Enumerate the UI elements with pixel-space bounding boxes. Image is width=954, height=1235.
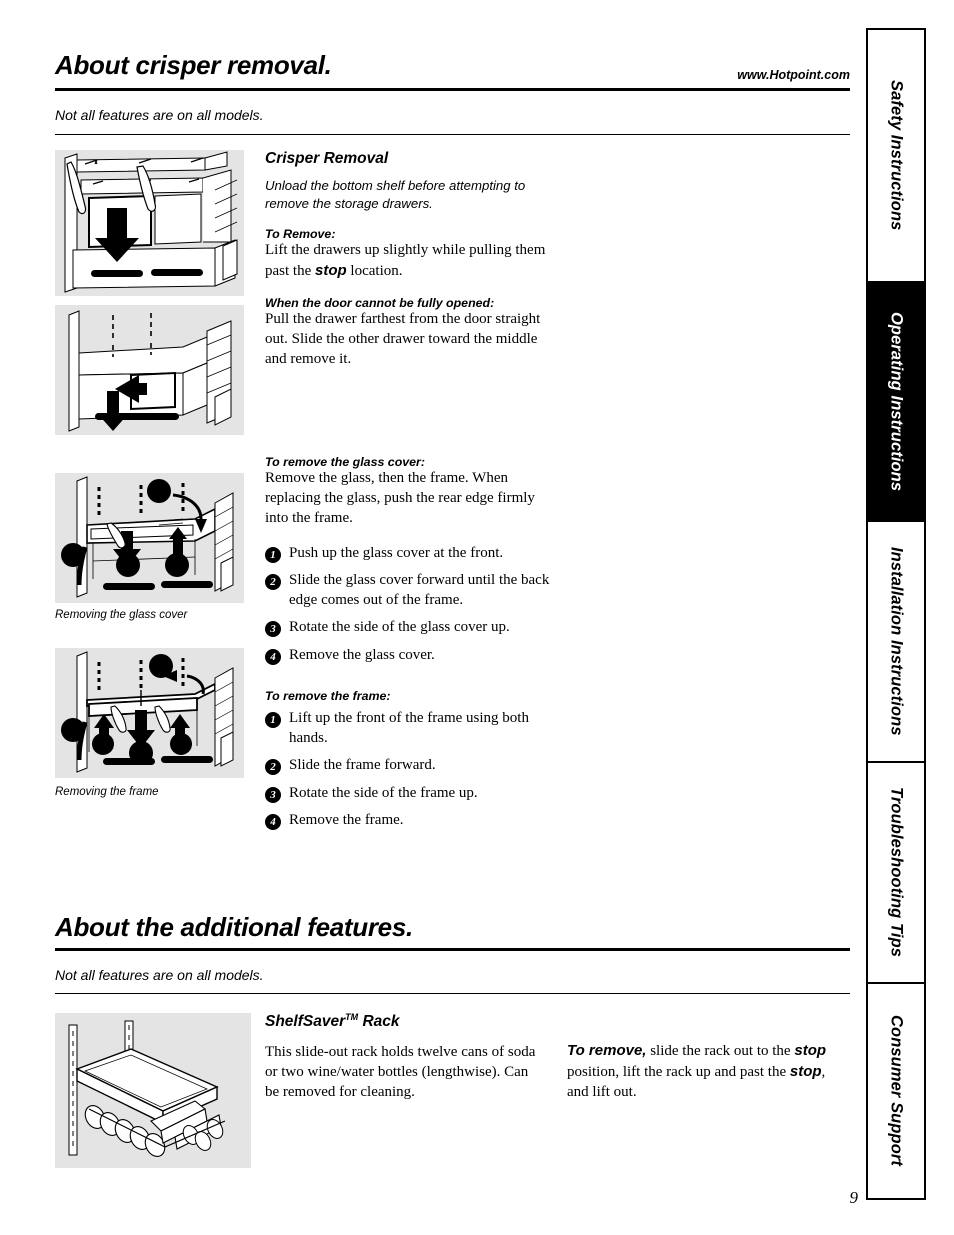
tab-troubleshooting-tips[interactable]: Troubleshooting Tips <box>866 761 926 982</box>
page-number: 9 <box>849 1188 859 1207</box>
callout-dot <box>147 479 171 503</box>
shelfsaver-heading: ShelfSaverTM Rack <box>265 1012 545 1031</box>
crisper-text-column: Crisper Removal Unload the bottom shelf … <box>265 150 555 370</box>
door-not-open-label: When the door cannot be fully opened: <box>265 296 495 311</box>
features-title: About the additional features. <box>55 912 413 942</box>
step-text: Slide the frame forward. <box>289 757 436 773</box>
glass-cover-steps: 1 Push up the glass cover at the front. … <box>265 544 555 666</box>
step-text: Slide the glass cover forward until the … <box>289 572 550 608</box>
tab-label: Installation Instructions <box>887 547 906 736</box>
trademark-symbol: TM <box>345 1012 359 1022</box>
header-subrule <box>55 134 850 135</box>
callout-dot <box>92 733 114 755</box>
crisper-section-header: About crisper removal. www.Hotpoint.com … <box>55 50 850 123</box>
tab-label: Troubleshooting Tips <box>887 787 906 958</box>
tab-installation-instructions[interactable]: Installation Instructions <box>866 520 926 761</box>
step-number-badge: 3 <box>265 786 281 803</box>
glass-cover-intro: Remove the glass, then the frame. When r… <box>265 470 535 526</box>
callout-dot <box>149 654 173 678</box>
step-text: Push up the glass cover at the front. <box>289 544 504 561</box>
stop-emphasis: stop <box>315 262 347 280</box>
features-section-header: About the additional features. Not all f… <box>55 912 850 983</box>
callout-dot <box>116 553 140 577</box>
stop-emphasis: stop <box>794 1042 827 1059</box>
tab-operating-instructions[interactable]: Operating Instructions <box>866 281 926 520</box>
crisper-heading: Crisper Removal <box>265 150 389 167</box>
step-text: Lift up the front of the frame using bot… <box>289 710 529 746</box>
figure-removing-glass-cover <box>55 473 244 603</box>
glass-cover-heading: To remove the glass cover: <box>265 455 425 469</box>
step-item: 1 Lift up the front of the frame using b… <box>265 709 555 748</box>
figure-removing-frame <box>55 648 244 778</box>
features-subrule <box>55 993 850 994</box>
shelfsaver-text-column: ShelfSaverTM Rack This slide-out rack ho… <box>265 1012 545 1103</box>
to-remove-emphasis: To remove, <box>567 1042 647 1059</box>
step-number-badge: 2 <box>265 574 281 591</box>
shelfsaver-suffix: Rack <box>358 1013 400 1031</box>
callout-dot <box>165 553 189 577</box>
features-rule <box>55 948 850 951</box>
removing-glass-cover-illustration <box>61 476 234 598</box>
crisper-door-blocked-illustration <box>68 310 232 432</box>
step-number-badge: 1 <box>265 546 281 563</box>
step-item: 4 Remove the glass cover. <box>265 646 555 666</box>
step-number-badge: 4 <box>265 814 281 830</box>
step-number-badge: 1 <box>265 712 281 728</box>
shelfsaver-name: ShelfSaver <box>265 1013 346 1031</box>
shelfsaver-remove-body: To remove, slide the rack out to the sto… <box>567 1041 847 1103</box>
manual-page: Safety Instructions Operating Instructio… <box>0 0 954 1235</box>
header-rule <box>55 88 850 91</box>
tab-consumer-support[interactable]: Consumer Support <box>866 982 926 1200</box>
figure-crisper-door-blocked <box>55 305 244 435</box>
shelfsaver-remove-column: To remove, slide the rack out to the sto… <box>567 1041 847 1103</box>
door-not-open-body: Pull the drawer farthest from the door s… <box>265 311 541 367</box>
remove-text-1: slide the rack out to the <box>646 1043 795 1059</box>
step-item: 2 Slide the frame forward. <box>265 756 555 776</box>
to-remove-text-1: Lift the drawers up slightly while pulli… <box>265 242 546 280</box>
to-remove-text-2: location. <box>346 263 403 280</box>
to-remove-label: To Remove: <box>265 227 336 242</box>
models-note: Not all features are on all models. <box>55 107 264 123</box>
tab-safety-instructions[interactable]: Safety Instructions <box>866 28 926 281</box>
step-item: 2 Slide the glass cover forward until th… <box>265 571 555 610</box>
frame-heading: To remove the frame: <box>265 689 391 703</box>
caption-removing-glass-cover: Removing the glass cover <box>55 609 188 621</box>
stop-emphasis: stop <box>789 1062 822 1080</box>
step-text: Rotate the side of the glass cover up. <box>289 619 510 636</box>
caption-removing-frame: Removing the frame <box>55 786 159 798</box>
step-item: 1 Push up the glass cover at the front. <box>265 544 555 564</box>
step-item: 3 Rotate the side of the frame up. <box>265 784 555 804</box>
step-text: Remove the glass cover. <box>289 646 435 663</box>
shelfsaver-rack-illustration <box>68 1020 226 1157</box>
removing-frame-illustration <box>61 651 234 773</box>
step-item: 4 Remove the frame. <box>265 811 555 831</box>
step-item: 3 Rotate the side of the glass cover up. <box>265 618 555 638</box>
tab-label: Operating Instructions <box>887 311 906 492</box>
callout-dot <box>170 733 192 755</box>
step-text: Rotate the side of the frame up. <box>289 784 478 801</box>
glass-cover-text-column: To remove the glass cover: Remove the gl… <box>265 455 555 673</box>
website-url: www.Hotpoint.com <box>737 68 850 82</box>
step-number-badge: 3 <box>265 621 281 638</box>
page-title: About crisper removal. <box>55 50 332 80</box>
callout-dot <box>129 741 153 765</box>
figure-crisper-drawer-lift <box>55 150 244 296</box>
to-remove-body: Lift the drawers up slightly while pulli… <box>265 241 555 282</box>
shelfsaver-body: This slide-out rack holds twelve cans of… <box>265 1044 536 1101</box>
tab-label: Safety Instructions <box>887 80 906 231</box>
crisper-intro: Unload the bottom shelf before attemptin… <box>265 178 526 212</box>
figure-shelfsaver-rack <box>55 1013 251 1168</box>
step-text: Remove the frame. <box>289 812 404 828</box>
crisper-drawer-lift-illustration <box>64 151 238 293</box>
section-tab-rail: Safety Instructions Operating Instructio… <box>866 28 926 1200</box>
features-models-note: Not all features are on all models. <box>55 967 264 983</box>
tab-label: Consumer Support <box>887 1015 906 1167</box>
frame-steps: 1 Lift up the front of the frame using b… <box>265 709 555 831</box>
step-number-badge: 4 <box>265 648 281 665</box>
step-number-badge: 2 <box>265 759 281 775</box>
up-arrow-icon <box>170 714 190 728</box>
remove-text-2: position, lift the rack up and past the <box>567 1063 790 1080</box>
frame-text-column: To remove the frame: 1 Lift up the front… <box>265 689 555 839</box>
